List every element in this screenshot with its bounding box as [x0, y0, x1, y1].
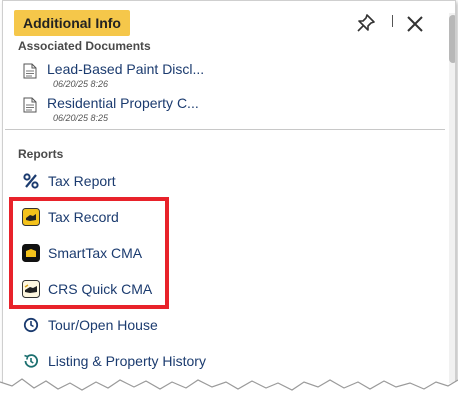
document-date: 06/20/25 8:25 [53, 113, 109, 123]
document-name: Lead-Based Paint Discl... [47, 61, 205, 77]
report-label: Tour/Open House [48, 317, 158, 333]
report-tax-report[interactable]: Tax Report [22, 170, 282, 196]
document-name: Residential Property C... [47, 95, 199, 111]
highlight-box [9, 197, 169, 309]
document-icon [23, 97, 37, 113]
history-icon [24, 354, 38, 368]
scrollbar-track[interactable] [449, 13, 455, 383]
section-divider [5, 129, 445, 130]
report-label: Listing & Property History [48, 353, 206, 369]
document-item[interactable]: Lead-Based Paint Discl... 06/20/25 8:26 [23, 61, 263, 99]
clock-icon [23, 317, 39, 333]
pin-icon[interactable] [355, 12, 377, 34]
report-listing-property-history[interactable]: Listing & Property History [22, 350, 282, 376]
percent-icon [23, 173, 39, 189]
scrollbar-thumb[interactable] [449, 15, 455, 63]
panel-title: Additional Info [14, 10, 130, 36]
report-label: Tax Report [48, 173, 116, 189]
document-item[interactable]: Residential Property C... 06/20/25 8:25 [23, 95, 263, 133]
report-tour-open-house[interactable]: Tour/Open House [22, 314, 282, 340]
reports-heading: Reports [18, 147, 64, 161]
document-date: 06/20/25 8:26 [53, 79, 109, 89]
close-icon[interactable] [404, 13, 426, 35]
additional-info-panel: Additional Info Associated Documents Lea… [2, 0, 456, 397]
associated-documents-heading: Associated Documents [18, 39, 151, 53]
document-icon [23, 63, 37, 79]
toolbar-divider [392, 15, 393, 27]
